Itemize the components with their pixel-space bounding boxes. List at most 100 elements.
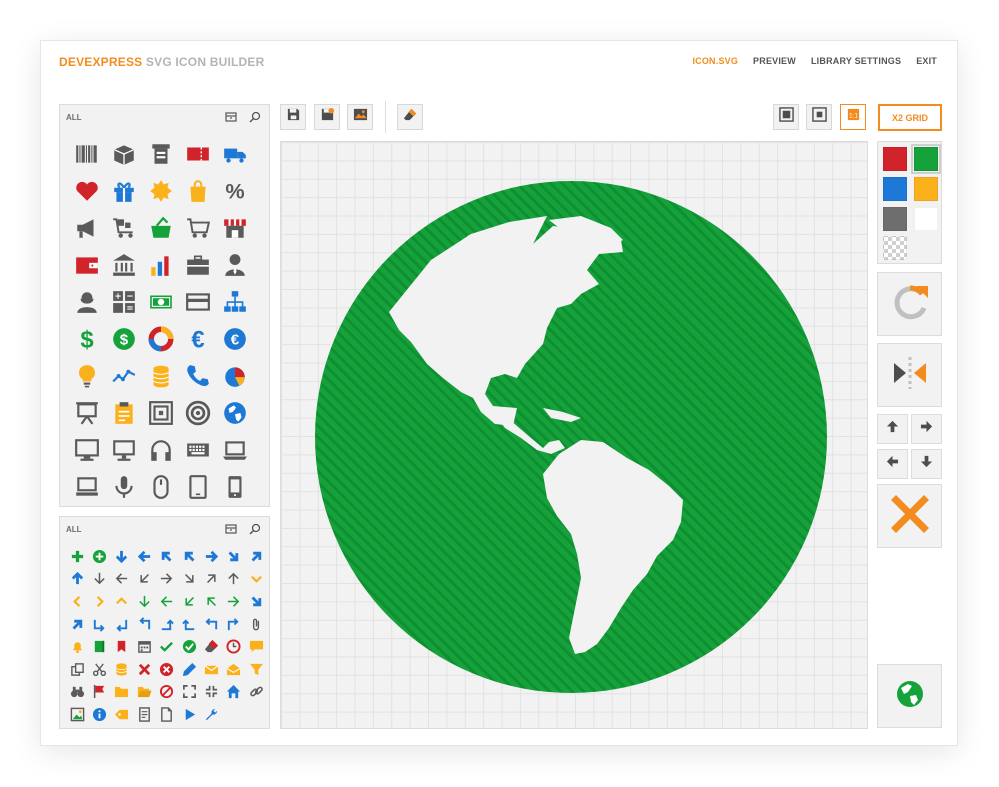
calculator-icon[interactable] [105, 283, 142, 320]
swatch-yellow[interactable] [914, 177, 938, 201]
clear-button[interactable] [397, 104, 423, 130]
swatch-white[interactable] [914, 207, 938, 231]
chevron-up-icon[interactable] [111, 590, 133, 613]
flip-horizontal-button[interactable] [877, 343, 942, 407]
pencil-icon[interactable] [178, 658, 200, 681]
mail-icon[interactable] [200, 658, 222, 681]
presentation-icon[interactable] [68, 394, 105, 431]
bell-icon[interactable] [66, 635, 88, 658]
arrow-up-thin-icon[interactable] [223, 568, 245, 591]
info-icon[interactable] [88, 703, 110, 726]
actions-filter-label[interactable]: ALL [66, 525, 82, 534]
cart-boxes-icon[interactable] [105, 209, 142, 246]
import-image-button[interactable] [347, 104, 373, 130]
x2-grid-button[interactable]: X2 GRID [878, 104, 942, 131]
megaphone-icon[interactable] [68, 209, 105, 246]
view-actual-size-button[interactable]: 1:1 [840, 104, 866, 130]
plus-icon[interactable] [66, 545, 88, 568]
clock-icon[interactable] [223, 635, 245, 658]
mouse-icon[interactable] [142, 468, 179, 505]
phone-icon[interactable] [179, 357, 216, 394]
arrow-down-icon[interactable] [111, 545, 133, 568]
view-small-button[interactable] [773, 104, 799, 130]
arrow-down-right-thin-icon[interactable] [178, 568, 200, 591]
businesswoman-icon[interactable] [68, 283, 105, 320]
binoculars-icon[interactable] [66, 681, 88, 704]
view-medium-button[interactable] [806, 104, 832, 130]
library-filter-label[interactable]: ALL [66, 113, 82, 122]
nav-preview[interactable]: PREVIEW [753, 56, 796, 66]
move-up-button[interactable] [877, 414, 908, 444]
close-icon[interactable] [133, 658, 155, 681]
book-icon[interactable] [88, 635, 110, 658]
turn-up-icon[interactable] [156, 613, 178, 636]
forbidden-icon[interactable] [156, 681, 178, 704]
barcode-icon[interactable] [68, 135, 105, 172]
icon-canvas[interactable] [280, 141, 868, 729]
copy-icon[interactable] [66, 658, 88, 681]
rotate-button[interactable] [877, 272, 942, 336]
move-down-button[interactable] [911, 449, 942, 479]
document-icon[interactable] [156, 703, 178, 726]
arrow-up-right-thin-icon[interactable] [200, 568, 222, 591]
arrow-left-thin-icon[interactable] [111, 568, 133, 591]
businessman-icon[interactable] [216, 246, 253, 283]
tablet-icon[interactable] [179, 468, 216, 505]
keyboard-icon[interactable] [179, 431, 216, 468]
link-icon[interactable] [245, 681, 267, 704]
euro-circle-icon[interactable]: € [216, 320, 253, 357]
move-right-button[interactable] [911, 414, 942, 444]
fullscreen-icon[interactable] [178, 681, 200, 704]
chevron-down-icon[interactable] [245, 568, 267, 591]
laptop-icon[interactable] [216, 431, 253, 468]
microphone-icon[interactable] [105, 468, 142, 505]
flag-icon[interactable] [88, 681, 110, 704]
shopping-bag-icon[interactable] [179, 172, 216, 209]
chevron-right-icon[interactable] [88, 590, 110, 613]
open-folder-icon[interactable] [133, 681, 155, 704]
turn-up-left-icon[interactable] [133, 613, 155, 636]
eraser-icon[interactable] [200, 635, 222, 658]
move-left-button[interactable] [877, 449, 908, 479]
save-button[interactable] [280, 104, 306, 130]
badge-icon[interactable] [142, 172, 179, 209]
coins-icon[interactable] [142, 357, 179, 394]
arrow-left-icon[interactable] [133, 545, 155, 568]
lightbulb-icon[interactable] [68, 357, 105, 394]
delete-button[interactable] [877, 484, 942, 548]
dollar-circle-icon[interactable]: $ [105, 320, 142, 357]
arrow-down-right-icon[interactable] [245, 590, 267, 613]
store-icon[interactable] [216, 209, 253, 246]
tag-icon[interactable] [111, 703, 133, 726]
euro-icon[interactable]: € [179, 320, 216, 357]
comment-icon[interactable] [245, 635, 267, 658]
swatch-gray[interactable] [883, 207, 907, 231]
nav-library-settings[interactable]: LIBRARY SETTINGS [811, 56, 901, 66]
turn-left-up-icon[interactable] [200, 613, 222, 636]
smartphone-icon[interactable] [216, 468, 253, 505]
arrow-down-left-thin-icon[interactable] [133, 568, 155, 591]
nav-icon-svg[interactable]: ICON.SVG [692, 56, 738, 66]
calendar-icon[interactable] [133, 635, 155, 658]
dollar-icon[interactable]: $ [68, 320, 105, 357]
turn-right-icon[interactable] [223, 613, 245, 636]
arrow-up-right-icon[interactable] [66, 613, 88, 636]
heart-icon[interactable] [68, 172, 105, 209]
arrow-right-icon[interactable] [200, 545, 222, 568]
pie-chart-icon[interactable] [216, 357, 253, 394]
gift-icon[interactable] [105, 172, 142, 209]
box-icon[interactable] [105, 135, 142, 172]
plus-circle-icon[interactable] [88, 545, 110, 568]
scissors-icon[interactable] [88, 658, 110, 681]
arrow-down-green-icon[interactable] [133, 590, 155, 613]
headphones-icon[interactable] [142, 431, 179, 468]
safe-icon[interactable] [142, 394, 179, 431]
clipboard-icon[interactable] [105, 394, 142, 431]
credit-card-icon[interactable] [179, 283, 216, 320]
wallet-icon[interactable] [68, 246, 105, 283]
wrench-icon[interactable] [200, 703, 222, 726]
cash-register-icon[interactable] [142, 135, 179, 172]
line-chart-icon[interactable] [105, 357, 142, 394]
display-icon[interactable] [105, 431, 142, 468]
monitor-icon[interactable] [68, 431, 105, 468]
